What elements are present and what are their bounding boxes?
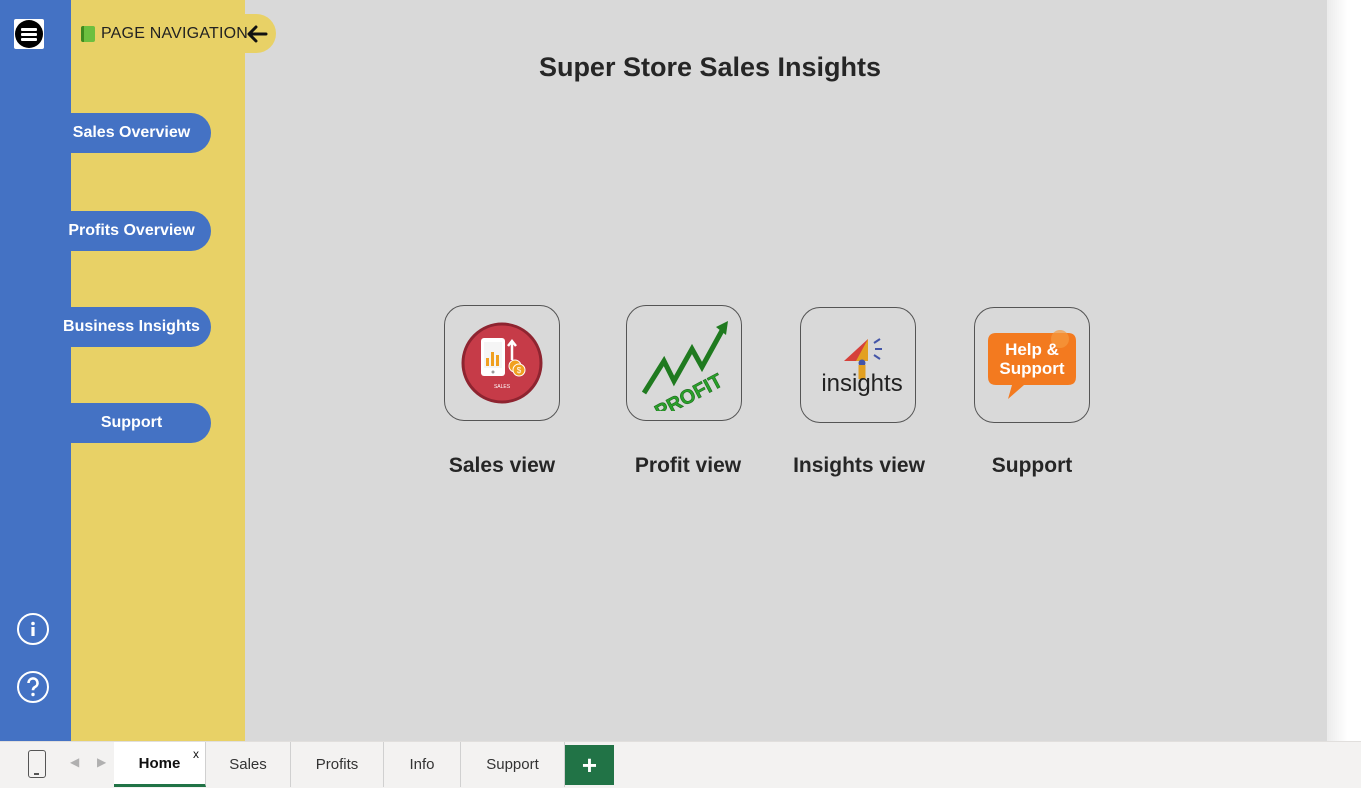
tab-close-icon[interactable]: x [193, 747, 199, 761]
left-rail [0, 0, 71, 741]
profit-icon: PROFIT [641, 321, 728, 411]
profit-view-label: Profit view [634, 454, 742, 477]
profit-view-tile[interactable]: PROFIT [626, 305, 742, 421]
nav-item-business-insights[interactable]: Business Insights [52, 307, 211, 347]
insights-icon: insights [821, 338, 903, 397]
insights-view-label: Insights view [793, 454, 925, 477]
tab-info[interactable]: Info [384, 742, 461, 787]
insights-view-tile[interactable]: insights [800, 307, 916, 423]
hamburger-icon[interactable] [14, 19, 44, 49]
support-label: Support [991, 454, 1073, 477]
nav-item-support[interactable]: Support [52, 403, 211, 443]
tab-sales[interactable]: Sales [206, 742, 291, 787]
book-icon [81, 25, 95, 42]
tab-support[interactable]: Support [461, 742, 565, 787]
add-page-button[interactable]: + [565, 745, 614, 785]
sales-view-tile[interactable]: $ SALES [444, 305, 560, 421]
tab-scroll-left-icon[interactable]: ◀ [70, 755, 79, 769]
tab-profits[interactable]: Profits [291, 742, 384, 787]
page-title: Super Store Sales Insights [538, 52, 882, 82]
nav-item-sales-overview[interactable]: Sales Overview [52, 113, 211, 153]
help-icon[interactable] [17, 671, 49, 703]
nav-item-profits-overview[interactable]: Profits Overview [52, 211, 211, 251]
page-tab-bar: ◀ ▶ Home x Sales Profits Info Support + [0, 741, 1361, 788]
navigation-header-label: PAGE NAVIGATION [101, 24, 249, 42]
sales-icon: $ SALES [461, 322, 543, 404]
help-support-icon: Help & Support [988, 330, 1076, 399]
svg-text:PROFIT: PROFIT [651, 370, 726, 411]
canvas-shadow [1327, 0, 1361, 741]
svg-text:$: $ [517, 366, 522, 375]
svg-text:SALES: SALES [494, 384, 511, 390]
info-icon[interactable] [17, 613, 49, 645]
back-arrow-icon[interactable] [246, 23, 268, 45]
tab-scroll-right-icon[interactable]: ▶ [97, 755, 106, 769]
support-tile[interactable]: Help & Support [974, 307, 1090, 423]
navigation-panel [71, 0, 245, 741]
svg-text:insights: insights [821, 370, 902, 397]
sales-view-label: Sales view [448, 454, 556, 477]
mobile-layout-icon[interactable] [28, 750, 46, 778]
